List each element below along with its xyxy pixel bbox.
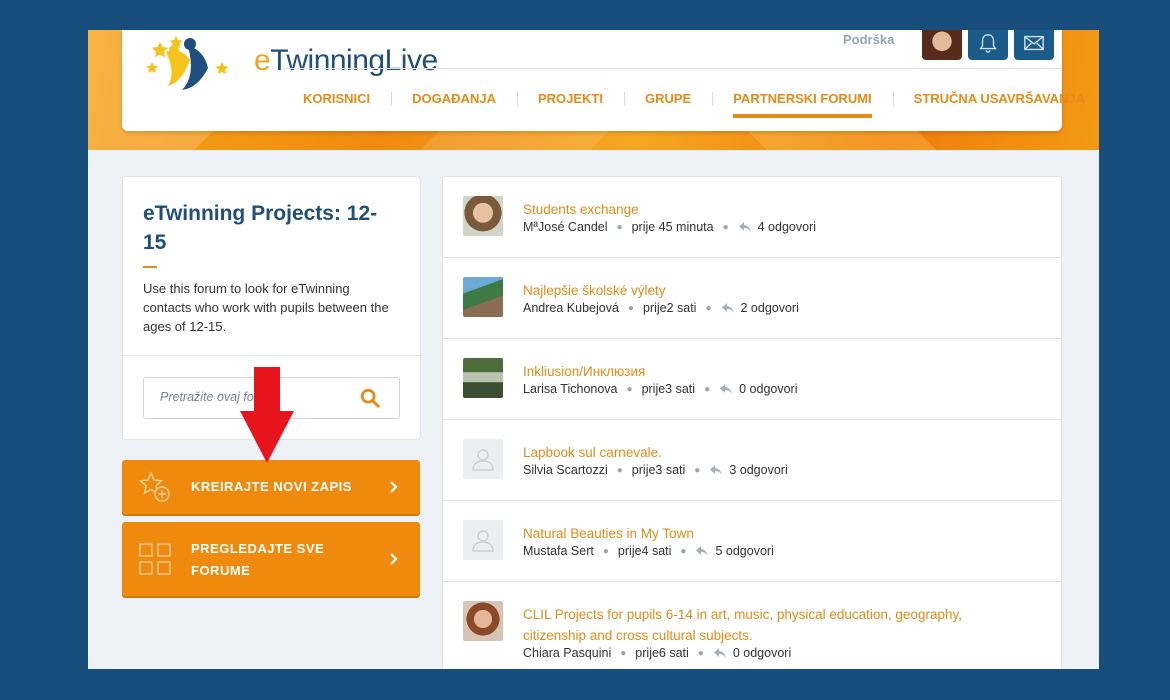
post-author[interactable]: Larisa Tichonova [523, 382, 618, 396]
forum-title: eTwinning Projects: 12-15 [143, 202, 378, 254]
meta-separator: ● [627, 302, 634, 314]
meta-separator: ● [704, 383, 711, 395]
post-time: prije6 sati [635, 646, 689, 660]
nav-item-partnerski-forumi[interactable]: PARTNERSKI FORUMI [712, 92, 892, 118]
post-row[interactable]: Najlepšie školské výlety Andrea Kubejová… [443, 258, 1061, 339]
nav-item-korisnici[interactable]: KORISNICI [282, 92, 391, 118]
meta-separator: ● [616, 464, 623, 476]
post-title-link[interactable]: Inkliusion/Инклюзия [523, 361, 1023, 382]
card-divider [123, 355, 420, 356]
etwinning-logo-icon [146, 36, 229, 90]
author-avatar[interactable] [463, 358, 503, 398]
meta-separator: ● [602, 545, 609, 557]
post-meta: Larisa Tichonova ● prije3 sati ● 0 odgov… [523, 382, 797, 396]
star-add-icon [138, 471, 170, 502]
post-meta: Andrea Kubejová ● prije2 sati ● 2 odgovo… [523, 301, 799, 315]
meta-separator: ● [694, 464, 701, 476]
post-row[interactable]: Students exchange MªJosé Candel ● prije … [443, 177, 1061, 258]
create-post-button[interactable]: KREIRAJTE NOVI ZAPIS [122, 460, 420, 514]
post-replies: 0 odgovori [739, 382, 798, 396]
user-avatar[interactable] [922, 30, 962, 60]
browse-forums-button[interactable]: PREGLEDAJTE SVE FORUME [122, 522, 420, 596]
author-avatar[interactable] [463, 196, 503, 236]
chevron-right-icon [390, 481, 398, 493]
support-link[interactable]: Podrška [843, 32, 894, 47]
header-card: eTwinningLive Podrška KORISNICI DOGAĐANJ… [122, 30, 1085, 131]
forum-description: Use this forum to look for eTwinning con… [143, 281, 389, 334]
bell-icon [979, 34, 997, 53]
author-avatar-placeholder[interactable] [463, 439, 503, 479]
post-title-link[interactable]: CLIL Projects for pupils 6-14 in art, mu… [523, 604, 993, 646]
post-row[interactable]: Natural Beauties in My Town Mustafa Sert… [443, 501, 1061, 582]
messages-button[interactable] [1014, 30, 1054, 60]
app-frame: eTwinningLive Podrška KORISNICI DOGAĐANJ… [88, 30, 1099, 669]
post-time: prije 45 minuta [631, 220, 714, 234]
meta-separator: ● [697, 647, 704, 659]
post-meta: MªJosé Candel ● prije 45 minuta ● 4 odgo… [523, 220, 816, 234]
reply-icon [713, 647, 727, 659]
annotation-arrow-down [240, 367, 294, 463]
author-avatar[interactable] [463, 277, 503, 317]
post-replies: 4 odgovori [757, 220, 816, 234]
etwinning-logo[interactable]: eTwinningLive [144, 32, 438, 96]
nav-item-grupe[interactable]: GRUPE [623, 92, 712, 118]
search-icon[interactable] [359, 387, 381, 409]
post-title-link[interactable]: Najlepšie školské výlety [523, 280, 1023, 301]
reply-icon [695, 545, 709, 557]
user-placeholder-icon [472, 449, 494, 471]
post-title-link[interactable]: Lapbook sul carnevale. [523, 442, 1023, 463]
meta-separator: ● [722, 221, 729, 233]
post-author[interactable]: MªJosé Candel [523, 220, 608, 234]
post-title-link[interactable]: Students exchange [523, 199, 1023, 220]
post-row[interactable]: Lapbook sul carnevale. Silvia Scartozzi … [443, 420, 1061, 501]
post-author[interactable]: Andrea Kubejová [523, 301, 619, 315]
author-avatar-placeholder[interactable] [463, 520, 503, 560]
create-post-label: KREIRAJTE NOVI ZAPIS [191, 479, 352, 494]
post-meta: Silvia Scartozzi ● prije3 sati ● 3 odgov… [523, 463, 788, 477]
post-time: prije3 sati [641, 382, 696, 396]
header-divider [282, 68, 1062, 69]
post-time: prije4 sati [617, 544, 672, 558]
etwinning-logo-text: eTwinningLive [254, 44, 438, 77]
post-meta: Chiara Pasquini ● prije6 sati ● 0 odgovo… [523, 646, 791, 660]
post-replies: 3 odgovori [729, 463, 788, 477]
browse-forums-label-line2: FORUME [191, 563, 251, 578]
meta-separator: ● [616, 221, 623, 233]
post-time: prije2 sati [642, 301, 697, 315]
post-replies: 5 odgovori [715, 544, 774, 558]
post-author[interactable]: Silvia Scartozzi [523, 463, 608, 477]
reply-icon [719, 383, 733, 395]
meta-separator: ● [620, 647, 627, 659]
chevron-right-icon [390, 553, 398, 565]
mail-icon [1024, 35, 1044, 51]
meta-separator: ● [680, 545, 687, 557]
post-time: prije3 sati [631, 463, 686, 477]
post-title-link[interactable]: Natural Beauties in My Town [523, 523, 1023, 544]
grid-icon [139, 543, 171, 575]
reply-icon [721, 302, 735, 314]
post-replies: 2 odgovori [740, 301, 799, 315]
author-avatar[interactable] [463, 601, 503, 641]
meta-separator: ● [626, 383, 633, 395]
main-nav: KORISNICI DOGAĐANJA PROJEKTI GRUPE PARTN… [282, 92, 1099, 122]
meta-separator: ● [705, 302, 712, 314]
post-list: Students exchange MªJosé Candel ● prije … [442, 176, 1062, 669]
browse-forums-label-line1: PREGLEDAJTE SVE [191, 541, 325, 556]
post-replies: 0 odgovori [732, 646, 792, 660]
user-placeholder-icon [472, 530, 494, 552]
nav-item-strucna-usavrsavanja[interactable]: STRUČNA USAVRŠAVANJA [892, 92, 1099, 118]
notifications-button[interactable] [968, 30, 1008, 60]
post-author[interactable]: Mustafa Sert [523, 544, 594, 558]
post-meta: Mustafa Sert ● prije4 sati ● 5 odgovori [523, 544, 774, 558]
nav-item-projekti[interactable]: PROJEKTI [516, 92, 624, 118]
post-row[interactable]: CLIL Projects for pupils 6-14 in art, mu… [443, 582, 1061, 669]
title-accent-dash [143, 266, 157, 268]
reply-icon [738, 221, 752, 233]
post-author[interactable]: Chiara Pasquini [523, 646, 611, 660]
nav-item-dogadanja[interactable]: DOGAĐANJA [391, 92, 517, 118]
post-row[interactable]: Inkliusion/Инклюзия Larisa Tichonova ● p… [443, 339, 1061, 420]
reply-icon [709, 464, 723, 476]
